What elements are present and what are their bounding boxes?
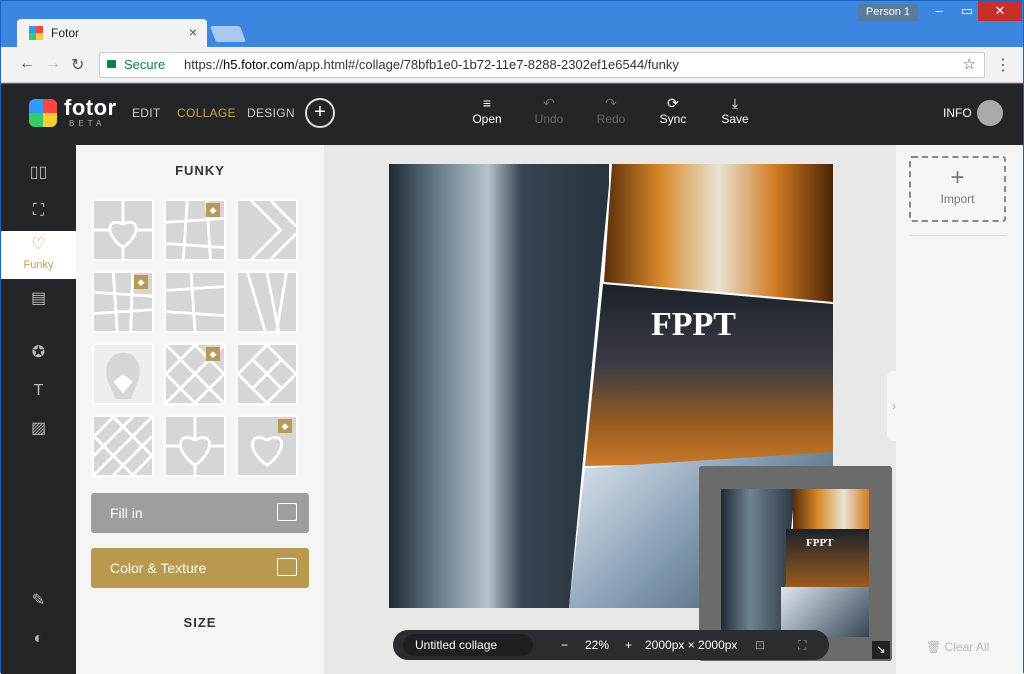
minimize-icon[interactable]: – bbox=[924, 1, 954, 21]
close-tab-icon[interactable]: × bbox=[189, 24, 197, 40]
image-icon bbox=[277, 503, 297, 521]
canvas-status-bar: Untitled collage − 22% + 2000px × 2000px… bbox=[393, 630, 829, 660]
layout-icon[interactable]: ▯▯ bbox=[1, 155, 76, 191]
collage-title-text: FPPT bbox=[651, 306, 736, 343]
divider bbox=[909, 235, 1006, 236]
left-rail: ▯▯ ⛶ ♡ Funky ▤ ✪ T ▨ ✎ ◐ bbox=[1, 145, 76, 674]
funky-label: Funky bbox=[23, 259, 54, 271]
fotor-favicon-icon bbox=[29, 26, 43, 40]
browser-menu-icon[interactable]: ⋮ bbox=[995, 55, 1011, 75]
template-rotated-grid[interactable] bbox=[92, 415, 154, 477]
new-tab-button[interactable] bbox=[210, 26, 246, 42]
logo-subtitle: BETA bbox=[69, 119, 106, 128]
premium-gem-icon: ◆ bbox=[278, 419, 292, 433]
browser-window: Fotor × Person 1 – ▭ ✕ ← → ↻ Secure http… bbox=[0, 0, 1024, 674]
open-button[interactable]: ≡ Open bbox=[457, 94, 517, 126]
app-header: fotor BETA EDIT COLLAGE DESIGN + ≡ Open ↶… bbox=[1, 84, 1023, 145]
template-heart-center[interactable] bbox=[164, 415, 226, 477]
template-heart-single[interactable]: ◆ bbox=[236, 415, 298, 477]
lock-icon bbox=[107, 60, 116, 68]
template-wavy-grid[interactable]: ◆ bbox=[92, 271, 154, 333]
add-icon[interactable]: + bbox=[305, 98, 335, 128]
size-title: SIZE bbox=[183, 615, 217, 630]
sync-icon: ⟳ bbox=[667, 95, 679, 111]
zoom-level: 22% bbox=[585, 638, 610, 652]
menu-icon: ≡ bbox=[482, 95, 492, 111]
nav-collage[interactable]: COLLAGE bbox=[177, 106, 236, 120]
right-panel: + Import 🗑 Clear All bbox=[896, 145, 1023, 674]
zoom-out-button[interactable]: − bbox=[561, 638, 568, 652]
url-field[interactable]: Secure https://h5.fotor.com/app.html#/co… bbox=[99, 52, 985, 78]
theme-icon[interactable]: ◐ bbox=[1, 621, 76, 657]
photo-skyscrapers[interactable] bbox=[389, 164, 609, 608]
canvas-dimensions: 2000px × 2000px bbox=[645, 638, 738, 652]
sync-button[interactable]: ⟳ Sync bbox=[643, 94, 703, 126]
sticker-icon[interactable]: ✪ bbox=[1, 335, 76, 371]
photo-glass-towers[interactable] bbox=[604, 164, 833, 302]
import-button[interactable]: + Import bbox=[909, 156, 1006, 222]
edit-icon[interactable]: ✎ bbox=[1, 583, 76, 619]
template-diamonds[interactable]: ◆ bbox=[164, 343, 226, 405]
info-link[interactable]: INFO bbox=[943, 106, 972, 120]
template-diagonal-strips[interactable] bbox=[236, 271, 298, 333]
plus-icon: + bbox=[950, 164, 965, 191]
template-chevrons[interactable] bbox=[236, 199, 298, 261]
secure-label: Secure bbox=[124, 57, 166, 72]
logo-text: fotor bbox=[64, 95, 117, 120]
template-panel: FUNKY ◆ ◆ ◆ ◆ Fill in Color & Texture SI… bbox=[76, 145, 324, 674]
template-slanted-blocks[interactable] bbox=[164, 271, 226, 333]
undo-icon: ↶ bbox=[543, 95, 555, 111]
template-tilted-grid[interactable]: ◆ bbox=[164, 199, 226, 261]
redo-icon: ↷ bbox=[605, 95, 617, 111]
reload-icon[interactable]: ↻ bbox=[71, 55, 84, 75]
fullscreen-icon[interactable]: ⛶ bbox=[798, 638, 806, 653]
clear-all-button[interactable]: 🗑 Clear All bbox=[926, 640, 989, 654]
fill-in-button[interactable]: Fill in bbox=[91, 493, 309, 533]
url-text: https://h5.fotor.com/app.html#/collage/7… bbox=[184, 57, 679, 72]
bookmark-star-icon[interactable]: ☆ bbox=[963, 53, 976, 77]
trash-icon: 🗑 bbox=[926, 640, 942, 654]
pattern-icon[interactable]: ▨ bbox=[1, 411, 76, 447]
tab-title: Fotor bbox=[51, 26, 80, 40]
template-rhombus[interactable] bbox=[236, 343, 298, 405]
template-face[interactable] bbox=[92, 343, 154, 405]
fotor-logo-icon bbox=[29, 99, 57, 127]
tab-bar: Fotor × Person 1 – ▭ ✕ bbox=[1, 1, 1023, 47]
profile-button[interactable]: Person 1 bbox=[858, 4, 918, 21]
premium-gem-icon: ◆ bbox=[134, 275, 148, 289]
forward-icon[interactable]: → bbox=[45, 55, 61, 73]
color-texture-button[interactable]: Color & Texture bbox=[91, 548, 309, 588]
redo-button[interactable]: ↷ Redo bbox=[581, 94, 641, 126]
minimap-title-text: FPPT bbox=[806, 537, 834, 549]
save-button[interactable]: ⤓ Save bbox=[705, 94, 765, 126]
undo-button[interactable]: ↶ Undo bbox=[519, 94, 579, 126]
frame-icon[interactable]: ⛶ bbox=[1, 193, 76, 229]
text-icon[interactable]: T bbox=[1, 373, 76, 409]
heart-frame-icon: ♡ bbox=[31, 236, 46, 253]
stitch-icon[interactable]: ▤ bbox=[1, 281, 76, 317]
zoom-in-button[interactable]: + bbox=[625, 638, 632, 652]
collage-name-field[interactable]: Untitled collage bbox=[403, 634, 533, 656]
browser-tab[interactable]: Fotor × bbox=[17, 19, 207, 47]
panel-title: FUNKY bbox=[175, 163, 225, 178]
back-icon[interactable]: ← bbox=[19, 55, 35, 73]
nav-edit[interactable]: EDIT bbox=[132, 106, 161, 120]
texture-icon bbox=[277, 558, 297, 576]
address-bar: ← → ↻ Secure https://h5.fotor.com/app.ht… bbox=[1, 47, 1023, 83]
photo-church-sunset[interactable]: FPPT bbox=[585, 284, 833, 466]
premium-gem-icon: ◆ bbox=[206, 347, 220, 361]
avatar[interactable] bbox=[977, 100, 1003, 126]
funky-tab[interactable]: ♡ Funky bbox=[1, 231, 76, 279]
premium-gem-icon: ◆ bbox=[206, 203, 220, 217]
template-heart-quad[interactable] bbox=[92, 199, 154, 261]
close-window-icon[interactable]: ✕ bbox=[978, 1, 1022, 21]
resize-corner-icon[interactable]: ↘ bbox=[872, 641, 890, 659]
save-icon: ⤓ bbox=[731, 95, 739, 111]
nav-design[interactable]: DESIGN bbox=[247, 106, 295, 120]
minimap-preview: FPPT bbox=[721, 489, 869, 637]
actual-size-icon[interactable]: ⊡ bbox=[755, 638, 765, 652]
